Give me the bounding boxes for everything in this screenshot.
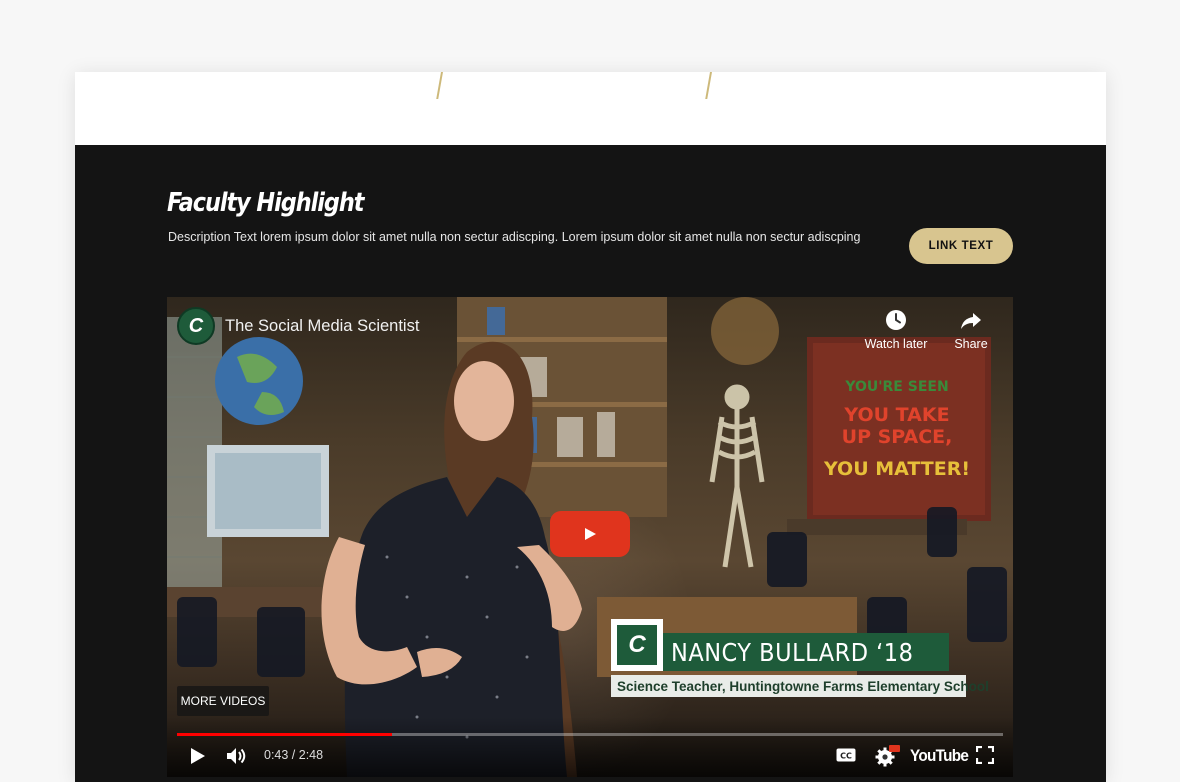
sign-line-4: YOU MATTER! xyxy=(823,458,970,480)
video-player[interactable]: YOU'RE SEEN YOU TAKE UP SPACE, YOU MATTE… xyxy=(167,297,1013,777)
settings-icon xyxy=(875,745,900,767)
hd-badge xyxy=(889,745,900,752)
time-display: 0:43 / 2:48 xyxy=(264,748,324,762)
cc-icon: CC xyxy=(836,748,856,762)
top-band xyxy=(75,72,1106,145)
channel-header[interactable]: C The Social Media Scientist xyxy=(177,307,419,345)
play-icon xyxy=(585,528,596,540)
video-title[interactable]: The Social Media Scientist xyxy=(225,317,419,336)
share-button[interactable]: Share xyxy=(936,309,1006,351)
watch-later-button[interactable]: Watch later xyxy=(861,309,931,351)
speaker-subtitle: Science Teacher, Huntingtowne Farms Elem… xyxy=(611,675,989,697)
svg-text:CC: CC xyxy=(840,752,852,761)
clock-icon xyxy=(886,310,906,330)
fullscreen-button[interactable] xyxy=(975,745,995,765)
link-text-button[interactable]: LINK TEXT xyxy=(909,228,1013,264)
accent-line xyxy=(436,72,443,99)
sign-line-2: YOU TAKE xyxy=(843,404,949,426)
more-videos-button[interactable]: MORE VIDEOS xyxy=(177,686,269,716)
watch-later-label: Watch later xyxy=(864,337,928,351)
share-icon xyxy=(961,313,981,329)
volume-button[interactable] xyxy=(225,745,249,767)
channel-avatar[interactable]: C xyxy=(177,307,215,345)
fullscreen-icon xyxy=(976,746,994,764)
player-controls: 0:43 / 2:48 CC YouTube xyxy=(167,717,1013,777)
content-card: Faculty Highlight Description Text lorem… xyxy=(75,72,1106,782)
progress-fill xyxy=(177,733,392,736)
youtube-logo-link[interactable]: YouTube xyxy=(910,746,969,766)
university-logo: C xyxy=(611,619,663,671)
volume-icon xyxy=(227,748,246,764)
sign-line-3: UP SPACE, xyxy=(842,426,953,448)
sign-line-1: YOU'RE SEEN xyxy=(844,379,948,395)
section-title: Faculty Highlight xyxy=(167,188,364,218)
settings-button[interactable] xyxy=(874,745,900,767)
accent-line xyxy=(705,72,712,99)
speaker-name: NANCY BULLARD ‘18 xyxy=(663,633,949,671)
progress-bar[interactable] xyxy=(177,733,1003,736)
share-label: Share xyxy=(954,337,988,351)
faculty-highlight-section: Faculty Highlight Description Text lorem… xyxy=(75,145,1106,782)
play-icon xyxy=(191,748,205,764)
logo-letter: C xyxy=(617,625,657,665)
section-description: Description Text lorem ipsum dolor sit a… xyxy=(168,230,861,244)
play-button[interactable] xyxy=(550,511,630,557)
play-pause-button[interactable] xyxy=(187,745,209,767)
captions-button[interactable]: CC xyxy=(835,745,857,765)
